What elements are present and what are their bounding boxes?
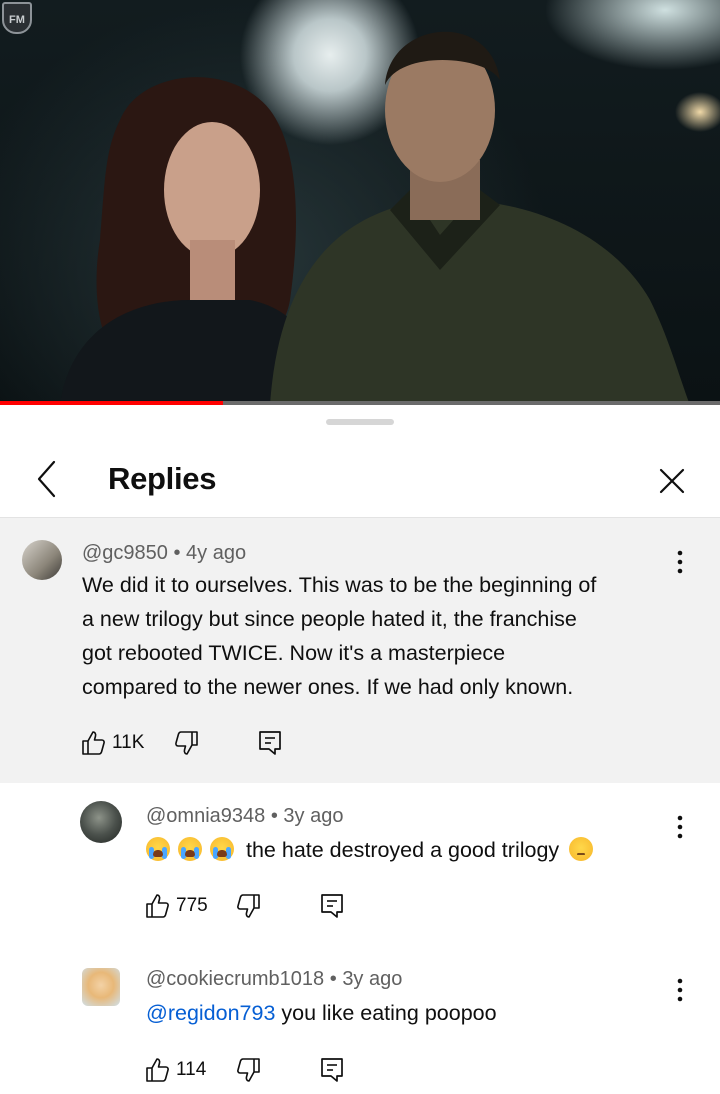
comment-age: 3y ago (342, 968, 403, 990)
more-options-button[interactable] (670, 807, 690, 847)
more-vertical-icon (677, 550, 683, 574)
comment-meta: @gc9850 • 4y ago (82, 542, 246, 565)
comment-actions: 11K (80, 728, 282, 758)
more-options-button[interactable] (670, 970, 690, 1010)
meta-separator: • (324, 968, 343, 990)
video-player[interactable]: FM (0, 0, 720, 405)
loudly-crying-face-icon (146, 837, 170, 861)
thumbs-up-icon (82, 731, 105, 755)
thumbs-up-icon (146, 1058, 169, 1082)
like-button[interactable]: 775 (144, 893, 208, 919)
thumbs-up-icon (146, 894, 169, 918)
comment-age: 4y ago (186, 542, 247, 564)
meta-separator: • (167, 542, 187, 564)
thumbs-down-icon (236, 894, 260, 918)
comment-author[interactable]: @gc9850 (82, 542, 168, 564)
dislike-button[interactable] (236, 1057, 262, 1083)
highlighted-comment: @gc9850 • 4y ago We did it to ourselves.… (0, 518, 720, 783)
loudly-crying-face-icon (210, 837, 234, 861)
comment-text-content: you like eating poopoo (275, 1001, 497, 1025)
comment-icon (259, 731, 282, 755)
pensive-face-icon (569, 837, 594, 861)
reply-button[interactable] (320, 893, 344, 919)
like-button[interactable]: 11K (80, 730, 144, 756)
meta-separator: • (265, 805, 284, 827)
comment-actions: 775 (144, 891, 344, 921)
drag-handle[interactable] (326, 419, 394, 425)
comment-author[interactable]: @cookiecrumb1018 (146, 968, 324, 990)
replies-panel: Replies @gc9850 • 4y ago We did it to ou… (0, 405, 720, 1094)
reply-button[interactable] (320, 1057, 344, 1083)
comment-text: @regidon793 you like eating poopoo (146, 996, 666, 1030)
like-button[interactable]: 114 (144, 1057, 206, 1083)
channel-logo: FM (2, 2, 34, 38)
comment-author[interactable]: @omnia9348 (146, 805, 265, 827)
comment-text-content: the hate destroyed a good trilogy (246, 838, 560, 862)
thumbs-down-icon (237, 1058, 261, 1082)
comment-icon (321, 1058, 344, 1082)
mention-link[interactable]: @regidon793 (146, 1001, 275, 1025)
comment-text-line: got rebooted TWICE. Now it's a masterpie… (82, 641, 506, 665)
comment-text: the hate destroyed a good trilogy (146, 833, 666, 867)
comment-text-line: compared to the newer ones. If we had on… (82, 675, 574, 699)
like-count: 114 (176, 1059, 207, 1080)
comment-age: 3y ago (283, 805, 344, 827)
reply-button[interactable] (258, 730, 282, 756)
like-count: 775 (176, 895, 208, 916)
thumbs-down-icon (175, 731, 199, 755)
comment-text-line: a new trilogy but since people hated it,… (82, 607, 577, 631)
video-frame (60, 31, 690, 405)
comment-meta: @omnia9348 • 3y ago (146, 805, 343, 828)
close-icon (659, 468, 685, 494)
more-options-button[interactable] (670, 542, 690, 582)
reply-item: @omnia9348 • 3y ago the hate destroyed a… (0, 795, 720, 945)
avatar[interactable] (80, 801, 122, 843)
comment-actions: 114 (144, 1055, 344, 1085)
chevron-left-icon (37, 460, 56, 498)
avatar[interactable] (22, 540, 62, 580)
comment-text-line: We did it to ourselves. This was to be t… (82, 573, 597, 597)
comment-text: We did it to ourselves. This was to be t… (82, 568, 692, 704)
back-button[interactable] (30, 459, 66, 499)
comment-icon (320, 894, 343, 918)
loudly-crying-face-icon (178, 837, 202, 861)
dislike-button[interactable] (236, 893, 262, 919)
close-button[interactable] (652, 461, 692, 501)
comment-meta: @cookiecrumb1018 • 3y ago (146, 968, 402, 991)
like-count: 11K (112, 732, 145, 753)
more-vertical-icon (677, 815, 683, 839)
avatar[interactable] (82, 968, 120, 1006)
page-title: Replies (108, 461, 217, 496)
dislike-button[interactable] (174, 730, 200, 756)
reply-item: @cookiecrumb1018 • 3y ago @regidon793 yo… (0, 960, 720, 1094)
channel-logo-badge: FM (2, 2, 32, 34)
replies-header: Replies (0, 441, 720, 518)
more-vertical-icon (677, 978, 683, 1002)
